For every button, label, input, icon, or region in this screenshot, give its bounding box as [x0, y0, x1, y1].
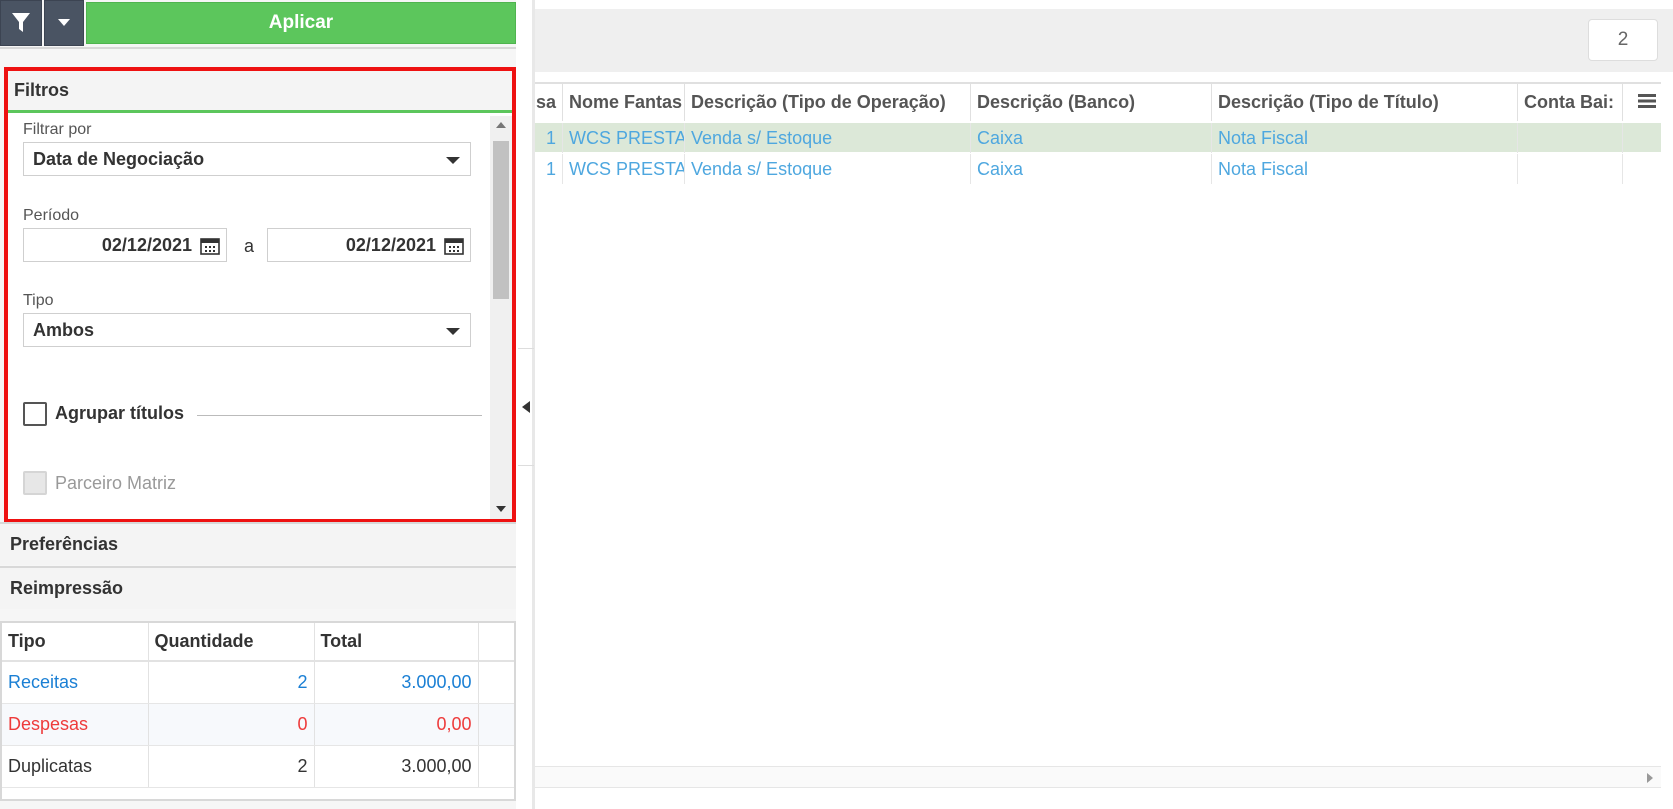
period-label: Período — [23, 207, 80, 224]
column-header: Quantidade — [147, 623, 314, 662]
grid-cell — [1518, 154, 1623, 184]
calendar-icon[interactable] — [200, 237, 220, 255]
filter-by-select[interactable]: Data de Negociação — [23, 142, 471, 176]
chevron-down-icon — [446, 157, 460, 164]
apply-button[interactable]: Aplicar — [86, 2, 516, 44]
summary-qty: 2 — [147, 745, 314, 788]
summary-type[interactable]: Duplicatas — [2, 745, 148, 788]
empty-cell — [477, 745, 514, 788]
filter-by-value: Data de Negociação — [33, 148, 205, 169]
grid-cell: 1 — [535, 123, 563, 153]
column-header[interactable]: Nome Fantas — [563, 84, 685, 121]
filters-header[interactable]: Filtros — [8, 71, 512, 113]
preferences-section[interactable]: Preferências — [0, 522, 516, 565]
collapse-panel-button[interactable] — [518, 348, 534, 466]
grid-cell: Caixa — [971, 123, 1212, 153]
table-row: Duplicatas 2 3.000,00 — [2, 745, 514, 788]
summary-qty: 0 — [147, 703, 314, 746]
data-grid: sa Nome Fantas Descrição (Tipo de Operaç… — [535, 82, 1661, 766]
column-header[interactable]: Conta Bai: — [1518, 84, 1623, 121]
summary-total: 3.000,00 — [313, 745, 478, 788]
column-header: Tipo — [2, 623, 148, 662]
scroll-thumb[interactable] — [493, 141, 509, 299]
summary-header-row: Tipo Quantidade Total — [2, 623, 514, 662]
summary-total: 0,00 — [313, 703, 478, 746]
column-header — [477, 623, 514, 662]
type-label: Tipo — [23, 292, 54, 309]
scroll-down-icon[interactable] — [496, 506, 506, 512]
date-from-value: 02/12/2021 — [101, 234, 192, 255]
parent-partner-label: Parceiro Matriz — [55, 473, 177, 493]
grid-toolbar — [535, 9, 1673, 72]
summary-total: 3.000,00 — [313, 661, 478, 704]
filter-panel: Aplicar Filtros Filtrar por Data de Nego… — [0, 0, 516, 809]
filter-toggle-button[interactable] — [0, 0, 42, 46]
scroll-right-icon[interactable] — [1647, 773, 1653, 783]
grid-cell: WCS PRESTA — [563, 123, 685, 153]
scroll-up-icon[interactable] — [496, 122, 506, 128]
column-header[interactable]: Descrição (Tipo de Operação) — [685, 84, 971, 121]
filter-by-label: Filtrar por — [23, 121, 92, 138]
grid-cell — [1518, 123, 1623, 153]
divider — [197, 415, 482, 416]
grid-cell: Nota Fiscal — [1212, 154, 1518, 184]
table-row[interactable]: 1 WCS PRESTA Venda s/ Estoque Caixa Nota… — [535, 123, 1661, 153]
empty-cell — [477, 703, 514, 746]
column-header[interactable]: Descrição (Banco) — [971, 84, 1212, 121]
empty-cell — [477, 661, 514, 704]
summary-type[interactable]: Despesas — [2, 703, 148, 746]
column-header[interactable]: sa — [535, 84, 563, 121]
filters-section: Filtros Filtrar por Data de Negociação P… — [4, 67, 516, 523]
grid-cell: WCS PRESTA — [563, 154, 685, 184]
grid-cell: 1 — [535, 154, 563, 184]
horizontal-scrollbar[interactable] — [535, 766, 1661, 788]
group-titles-checkbox[interactable] — [23, 402, 47, 426]
summary-qty: 2 — [147, 661, 314, 704]
grid-cell: Caixa — [971, 154, 1212, 184]
type-value: Ambos — [33, 319, 95, 340]
date-from-input[interactable]: 02/12/2021 — [23, 228, 227, 262]
caret-down-icon — [58, 19, 70, 26]
parent-partner-checkbox — [23, 471, 47, 495]
grid-cell: Venda s/ Estoque — [685, 123, 971, 153]
funnel-icon — [12, 13, 30, 32]
grid-cell: Nota Fiscal — [1212, 123, 1518, 153]
table-row: Receitas 2 3.000,00 — [2, 661, 514, 704]
date-to-value: 02/12/2021 — [345, 234, 436, 255]
hamburger-icon — [1638, 94, 1656, 108]
column-header[interactable]: Descrição (Tipo de Título) — [1212, 84, 1518, 121]
caret-left-icon — [522, 401, 530, 413]
divider — [0, 47, 516, 49]
type-select[interactable]: Ambos — [23, 313, 471, 347]
filters-body: Filtrar por Data de Negociação Período 0… — [8, 116, 512, 519]
date-separator: a — [244, 236, 255, 256]
table-row: Despesas 0 0,00 — [2, 703, 514, 746]
column-header: Total — [313, 623, 478, 662]
date-to-input[interactable]: 02/12/2021 — [267, 228, 471, 262]
filter-dropdown-button[interactable] — [44, 0, 84, 46]
column-menu-button[interactable] — [1634, 86, 1660, 116]
summary-table: Tipo Quantidade Total Receitas 2 3.000,0… — [0, 621, 516, 801]
summary-type[interactable]: Receitas — [2, 661, 148, 704]
filters-scrollbar[interactable] — [490, 116, 512, 519]
page-number-badge: 2 — [1588, 19, 1658, 61]
grid-cell: Venda s/ Estoque — [685, 154, 971, 184]
calendar-icon[interactable] — [444, 237, 464, 255]
reprint-section[interactable]: Reimpressão — [0, 566, 516, 609]
group-titles-label: Agrupar títulos — [55, 403, 184, 423]
chevron-down-icon — [446, 328, 460, 335]
table-row[interactable]: 1 WCS PRESTA Venda s/ Estoque Caixa Nota… — [535, 154, 1661, 184]
